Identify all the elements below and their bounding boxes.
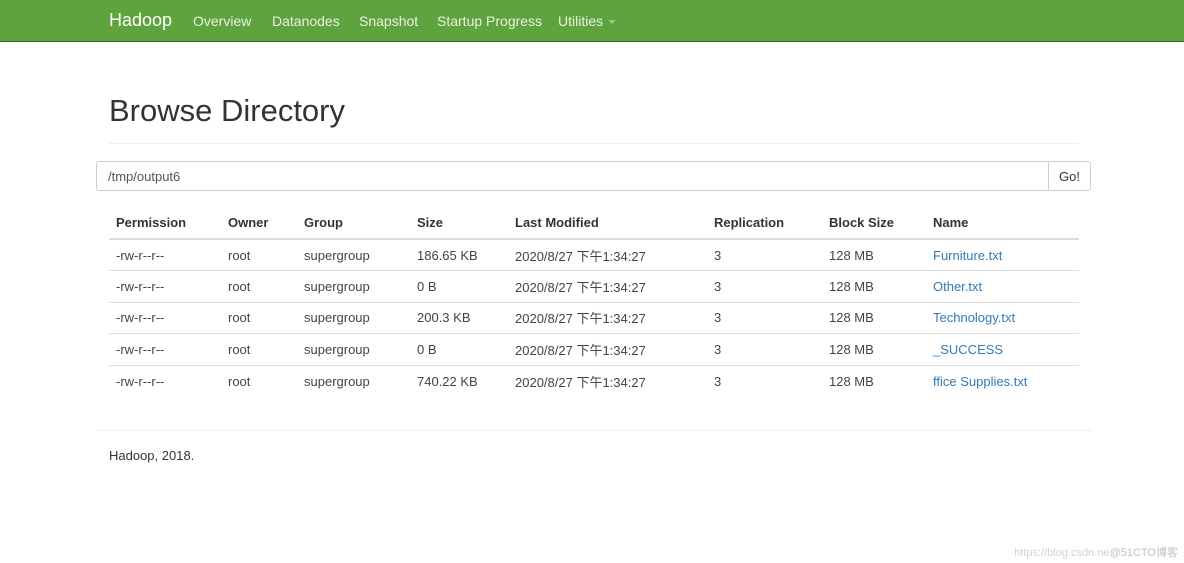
cell-block-size: 128 MB: [822, 333, 926, 366]
column-header-replication[interactable]: Replication: [707, 207, 822, 240]
cell-owner: root: [228, 373, 251, 389]
cell-permission: -rw-r--r--: [109, 302, 221, 334]
cell-owner: root: [221, 239, 297, 271]
column-header-size[interactable]: Size: [410, 207, 508, 240]
cell-block-size: 128 MB: [822, 270, 926, 303]
cell-group: supergroup: [297, 270, 410, 303]
nav-snapshot[interactable]: Snapshot: [359, 13, 418, 29]
file-link[interactable]: ffice Supplies.txt: [933, 374, 1027, 389]
cell-replication: 3: [707, 333, 822, 366]
file-link[interactable]: Furniture.txt: [933, 248, 1002, 263]
cell-size: 740.22 KB: [417, 373, 478, 389]
file-listing-table: Permission Owner Group Size Last Modifie…: [109, 207, 1079, 397]
column-header-last-modified[interactable]: Last Modified: [508, 207, 707, 240]
cell-name: Furniture.txt: [926, 239, 1079, 271]
cell-owner: root: [221, 333, 297, 366]
cell-replication: 3: [707, 302, 822, 334]
cell-name: ffice Supplies.txt: [926, 365, 1079, 397]
column-header-group[interactable]: Group: [297, 207, 410, 240]
column-header-block-size[interactable]: Block Size: [822, 207, 926, 240]
page-title: Browse Directory: [109, 93, 345, 128]
nav-datanodes[interactable]: Datanodes: [272, 13, 340, 29]
nav-overview[interactable]: Overview: [193, 13, 251, 29]
cell-permission: -rw-r--r--: [116, 373, 165, 389]
table-row: -rw-r--r-- root supergroup 0 B 2020/8/27…: [109, 270, 1079, 303]
directory-path-input[interactable]: [96, 161, 1048, 191]
cell-owner: root: [221, 302, 297, 334]
cell-owner: root: [221, 270, 297, 303]
table-header-row: Permission Owner Group Size Last Modifie…: [109, 207, 1079, 240]
cell-replication: 3: [707, 270, 822, 303]
watermark: https://blog.csdn.ne@51CTO博客: [1014, 544, 1178, 560]
cell-block-size: 128 MB: [822, 302, 926, 334]
cell-group: supergroup: [297, 239, 410, 271]
cell-size: 0 B: [410, 270, 508, 303]
caret-down-icon: [608, 20, 617, 25]
file-link[interactable]: _SUCCESS: [933, 342, 1003, 357]
title-divider: [109, 143, 1079, 144]
cell-group: supergroup: [297, 333, 410, 366]
cell-group: supergroup: [304, 373, 370, 389]
cell-name: _SUCCESS: [926, 333, 1079, 366]
cell-name: Other.txt: [926, 270, 1079, 303]
cell-name: Technology.txt: [926, 302, 1079, 334]
cell-block-size: 128 MB: [822, 239, 926, 271]
cell-block-size: 128 MB: [829, 373, 874, 389]
cell-permission: -rw-r--r--: [109, 239, 221, 271]
column-header-permission[interactable]: Permission: [109, 207, 221, 240]
brand-logo[interactable]: Hadoop: [109, 10, 172, 31]
go-button[interactable]: Go!: [1048, 161, 1091, 191]
cell-group: supergroup: [297, 302, 410, 334]
cell-last-modified: 2020/8/27 下午1:34:27: [508, 270, 707, 303]
watermark-tag: @51CTO博客: [1109, 547, 1178, 559]
table-row: -rw-r--r-- root supergroup 0 B 2020/8/27…: [109, 333, 1079, 366]
table-row: -rw-r--r-- root supergroup 186.65 KB 202…: [109, 239, 1079, 271]
footer-copyright: Hadoop, 2018.: [109, 448, 195, 463]
cell-size: 0 B: [410, 333, 508, 366]
file-link[interactable]: Other.txt: [933, 279, 982, 294]
cell-replication: 3: [707, 239, 822, 271]
column-header-owner[interactable]: Owner: [221, 207, 297, 240]
cell-size: 200.3 KB: [410, 302, 508, 334]
cell-last-modified: 2020/8/27 下午1:34:27: [515, 374, 646, 390]
cell-size: 186.65 KB: [410, 239, 508, 271]
nav-utilities[interactable]: Utilities: [558, 13, 617, 29]
cell-permission: -rw-r--r--: [109, 270, 221, 303]
watermark-url: https://blog.csdn.ne: [1014, 547, 1110, 559]
table-row: -rw-r--r-- root supergroup 200.3 KB 2020…: [109, 302, 1079, 334]
cell-last-modified: 2020/8/27 下午1:34:27: [508, 239, 707, 271]
column-header-name[interactable]: Name: [926, 207, 1079, 240]
path-bar: Go!: [96, 161, 1091, 191]
cell-permission: -rw-r--r--: [109, 333, 221, 366]
footer-divider: [96, 430, 1091, 431]
table-row: -rw-r--r-- root supergroup 740.22 KB 202…: [109, 365, 1079, 397]
nav-utilities-label: Utilities: [558, 13, 604, 29]
cell-last-modified: 2020/8/27 下午1:34:27: [508, 302, 707, 334]
cell-last-modified: 2020/8/27 下午1:34:27: [508, 333, 707, 366]
file-link[interactable]: Technology.txt: [933, 310, 1015, 325]
cell-replication: 3: [714, 373, 722, 389]
nav-startup-progress[interactable]: Startup Progress: [437, 13, 542, 29]
top-navbar: Hadoop Overview Datanodes Snapshot Start…: [0, 0, 1184, 42]
